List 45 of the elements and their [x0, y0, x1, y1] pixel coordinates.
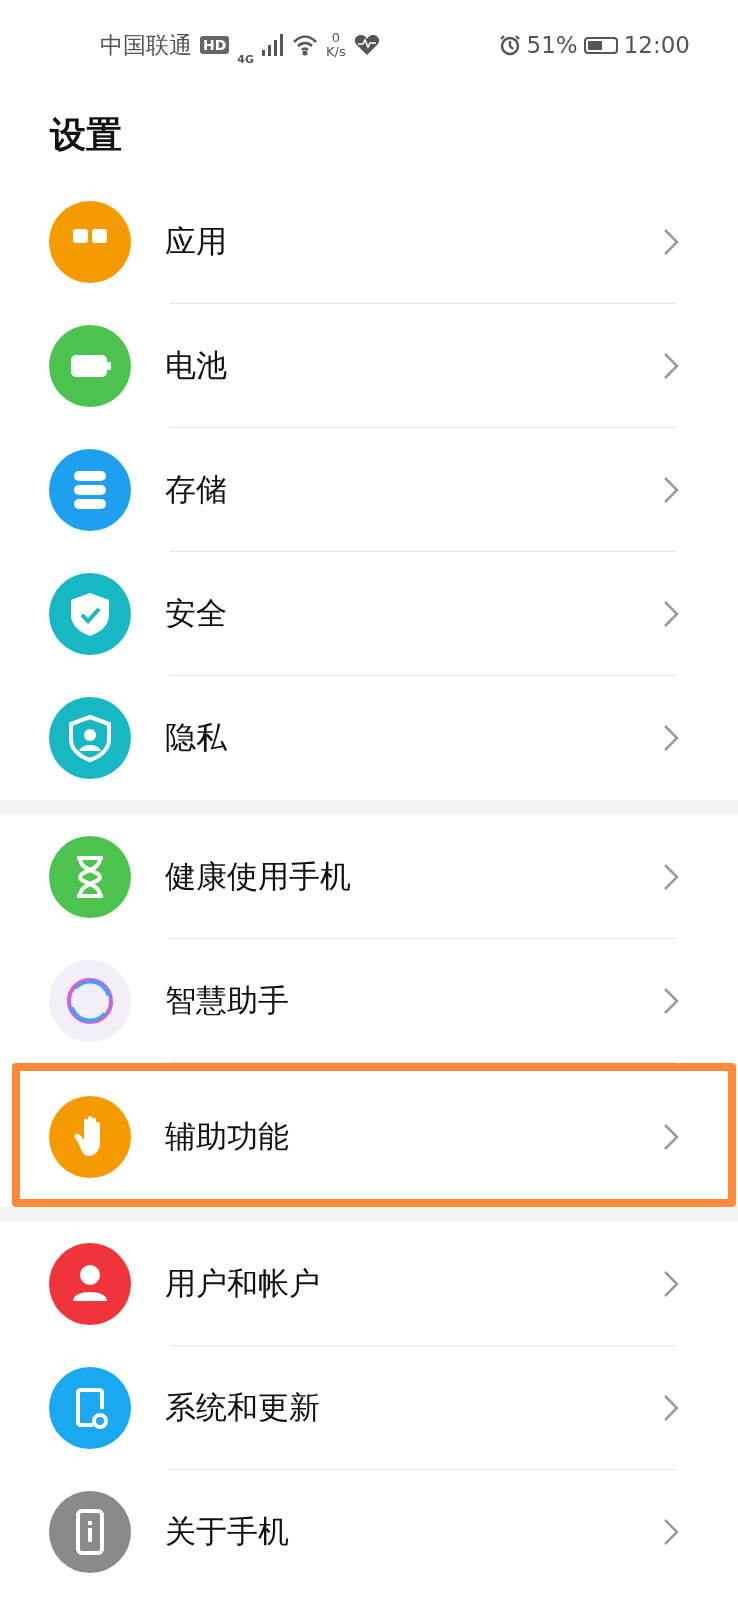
item-label: 隐私	[165, 718, 228, 757]
chevron-icon	[662, 1122, 680, 1152]
chevron-icon	[662, 1393, 680, 1423]
settings-item[interactable]: 智慧助手	[0, 939, 738, 1063]
alarm-icon	[498, 34, 521, 56]
speed-unit: K/s	[326, 45, 346, 60]
chevron-icon	[662, 227, 680, 257]
heart-rate-icon	[353, 34, 380, 56]
item-label: 健康使用手机	[165, 857, 352, 896]
chevron-icon	[662, 1269, 680, 1299]
clock: 12:00	[623, 32, 690, 58]
item-label: 智慧助手	[165, 981, 290, 1020]
chevron-icon	[662, 475, 680, 505]
item-label: 系统和更新	[165, 1388, 321, 1427]
wifi-icon	[292, 34, 319, 56]
item-label: 电池	[165, 346, 228, 385]
item-label: 用户和帐户	[165, 1264, 321, 1303]
item-label: 存储	[165, 470, 228, 509]
item-label: 辅助功能	[165, 1117, 290, 1156]
settings-item[interactable]: 关于手机	[0, 1470, 738, 1594]
item-label: 安全	[165, 594, 228, 633]
settings-item[interactable]: 系统和更新	[0, 1346, 738, 1470]
chevron-icon	[662, 599, 680, 629]
settings-item[interactable]: 辅助功能	[20, 1075, 728, 1199]
settings-item[interactable]: 存储	[0, 428, 738, 552]
settings-item[interactable]: 应用	[0, 180, 738, 304]
item-label: 关于手机	[165, 1512, 290, 1551]
chevron-icon	[662, 1517, 680, 1547]
network-type: 4G	[237, 52, 255, 66]
settings-item[interactable]: 用户和帐户	[0, 1222, 738, 1346]
settings-item[interactable]: 隐私	[0, 676, 738, 800]
chevron-icon	[662, 986, 680, 1016]
settings-item[interactable]: 健康使用手机	[0, 815, 738, 939]
signal-icon	[262, 34, 285, 56]
chevron-icon	[662, 723, 680, 753]
chevron-icon	[662, 351, 680, 381]
chevron-icon	[662, 862, 680, 892]
settings-item[interactable]: 安全	[0, 552, 738, 676]
item-label: 应用	[165, 222, 228, 261]
battery-percent: 51%	[526, 32, 578, 58]
speed-value: 0	[331, 30, 340, 45]
hd-badge: HD	[200, 36, 230, 54]
settings-item[interactable]: 电池	[0, 304, 738, 428]
battery-icon	[583, 36, 618, 54]
carrier-name: 中国联通	[100, 30, 192, 60]
